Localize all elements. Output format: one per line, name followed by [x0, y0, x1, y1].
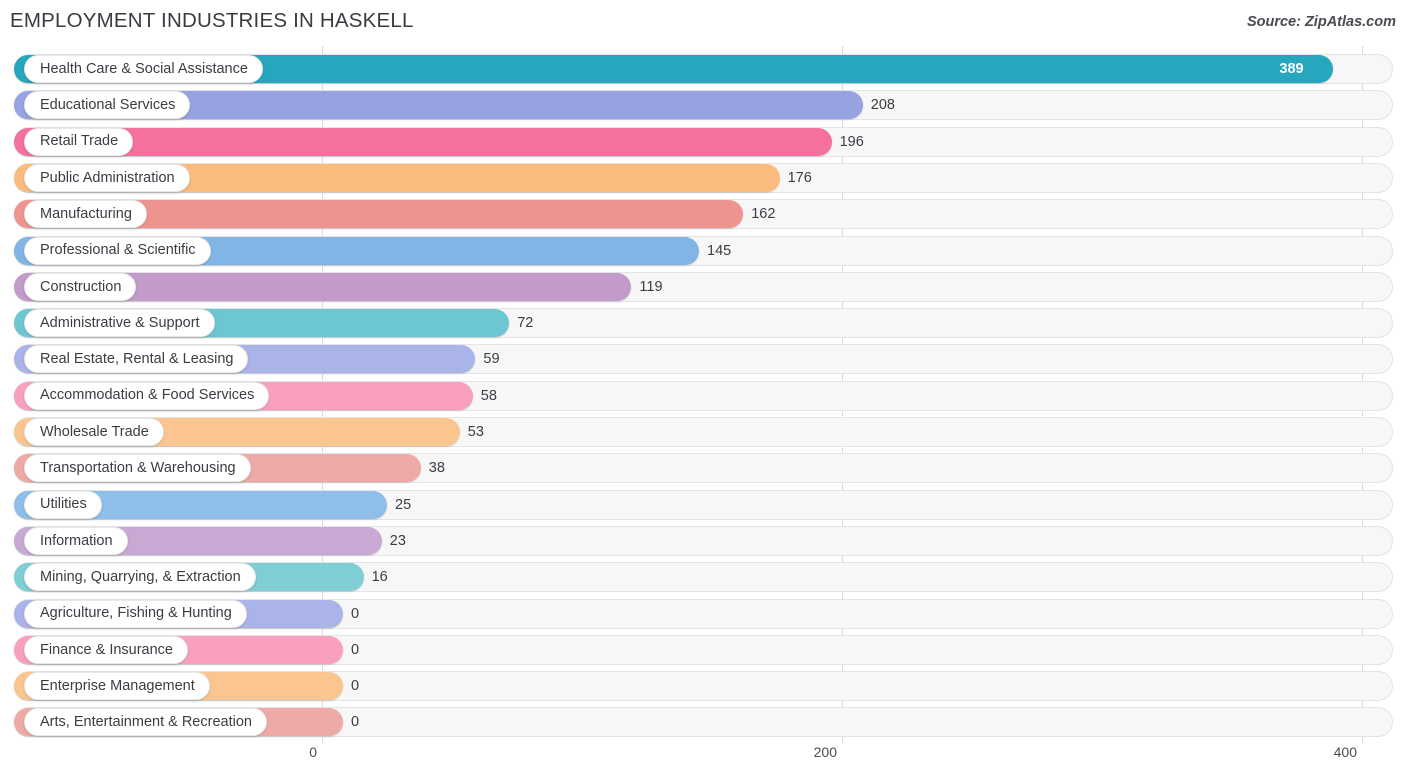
- bar-value-label: 58: [480, 387, 497, 404]
- bar-value-label: 196: [839, 133, 864, 150]
- bar-category-label: Information: [24, 526, 128, 555]
- bar-row[interactable]: Manufacturing 162: [0, 199, 1406, 230]
- bar-category-label: Mining, Quarrying, & Extraction: [24, 563, 256, 592]
- x-tick-label: 400: [1333, 744, 1357, 760]
- bar-category-label: Health Care & Social Assistance: [24, 55, 263, 83]
- bar-category-label-text: Public Administration: [40, 169, 175, 186]
- chart-plot-area: Health Care & Social Assistance 389 Educat…: [0, 46, 1406, 743]
- bar-category-label-text: Accommodation & Food Services: [40, 387, 255, 404]
- bar-category-label: Educational Services: [24, 91, 191, 120]
- bar-value-label: 38: [428, 460, 445, 477]
- bar-category-label-text: Administrative & Support: [40, 314, 200, 331]
- bar-row[interactable]: Mining, Quarrying, & Extraction 16: [0, 562, 1406, 593]
- bar-category-label-text: Mining, Quarrying, & Extraction: [40, 568, 241, 585]
- bar-category-label: Manufacturing: [24, 200, 147, 229]
- bar-category-label-text: Manufacturing: [40, 205, 132, 222]
- bar-row[interactable]: Administrative & Support 72: [0, 308, 1406, 339]
- bar-category-label-text: Health Care & Social Assistance: [40, 60, 248, 77]
- bar-category-label-text: Finance & Insurance: [40, 641, 173, 658]
- bar-category-label-text: Agriculture, Fishing & Hunting: [40, 605, 232, 622]
- bar-value-label: 72: [517, 315, 534, 332]
- x-tick-label: 0: [309, 744, 317, 760]
- bar-category-label: Public Administration: [24, 163, 190, 192]
- bar-value-label: 162: [751, 206, 776, 223]
- bar-value-label: 0: [351, 641, 360, 658]
- bar-category-label: Accommodation & Food Services: [24, 381, 270, 410]
- bar-category-label: Enterprise Management: [24, 672, 210, 701]
- bar-category-label: Administrative & Support: [24, 309, 215, 338]
- bar-category-label-text: Construction: [40, 278, 122, 295]
- bar-row[interactable]: Wholesale Trade 53: [0, 417, 1406, 447]
- bar-row[interactable]: Construction 119: [0, 271, 1406, 302]
- bar-category-label: Wholesale Trade: [24, 418, 164, 446]
- bar-value-label: 59: [483, 351, 500, 368]
- bar-category-label: Real Estate, Rental & Leasing: [24, 345, 249, 374]
- bar-category-label: Finance & Insurance: [24, 635, 188, 664]
- source-attribution: Source: ZipAtlas.com: [1246, 14, 1396, 30]
- bar-row[interactable]: Information 23: [0, 525, 1406, 556]
- bar-row[interactable]: Transportation & Warehousing 38: [0, 453, 1406, 484]
- bar-row[interactable]: Accommodation & Food Services 58: [0, 380, 1406, 411]
- bar-value-label: 25: [395, 496, 412, 513]
- bar-row[interactable]: Public Administration 176: [0, 162, 1406, 193]
- bar-value-label: 145: [707, 242, 732, 259]
- bar-category-label: Utilities: [24, 490, 102, 519]
- bar-category-label-text: Enterprise Management: [40, 677, 195, 694]
- x-axis: 0 200 400: [0, 738, 1406, 776]
- page-title: EMPLOYMENT INDUSTRIES IN HASKELL: [10, 9, 414, 32]
- bar-value-label: 16: [371, 569, 388, 586]
- bar-row[interactable]: Health Care & Social Assistance 389: [0, 54, 1406, 84]
- bar-category-label-text: Information: [40, 532, 113, 549]
- bar-value-label: 53: [467, 424, 484, 440]
- bar-row[interactable]: Arts, Entertainment & Recreation 0: [0, 707, 1406, 738]
- bar-category-label: Professional & Scientific: [24, 236, 211, 265]
- bar-category-label-text: Transportation & Warehousing: [40, 460, 236, 477]
- chart-header: EMPLOYMENT INDUSTRIES IN HASKELL Source:…: [0, 0, 1406, 46]
- bar-category-label-text: Retail Trade: [40, 133, 119, 150]
- bar-category-label: Construction: [24, 272, 137, 301]
- bar-value-label: 208: [870, 97, 895, 114]
- bar-category-label-text: Utilities: [40, 496, 87, 513]
- bar-row[interactable]: Real Estate, Rental & Leasing 59: [0, 344, 1406, 375]
- bar-row[interactable]: Educational Services 208: [0, 90, 1406, 121]
- bar-category-label-text: Arts, Entertainment & Recreation: [40, 714, 252, 731]
- bar-value-label: 0: [351, 678, 360, 695]
- bar-row[interactable]: Enterprise Management 0: [0, 671, 1406, 702]
- bar-row[interactable]: Finance & Insurance 0: [0, 634, 1406, 665]
- bar-row[interactable]: Retail Trade 196: [0, 126, 1406, 157]
- bar-value-label: 23: [389, 532, 406, 549]
- x-tick-label: 200: [813, 744, 837, 760]
- bar-value-label: 119: [639, 278, 663, 295]
- bar-value-label: 0: [351, 605, 360, 622]
- bar-category-label: Arts, Entertainment & Recreation: [24, 708, 267, 737]
- bar-category-label: Retail Trade: [24, 127, 134, 156]
- bar-value-label: 389: [1279, 61, 1304, 77]
- bar-value-label: 176: [787, 169, 812, 186]
- bar[interactable]: [14, 127, 832, 156]
- bar-category-label-text: Real Estate, Rental & Leasing: [40, 351, 234, 368]
- bar-category-label-text: Wholesale Trade: [40, 423, 149, 440]
- bar-value-label: 0: [351, 714, 360, 731]
- bar-category-label: Transportation & Warehousing: [24, 454, 251, 483]
- bar-row[interactable]: Professional & Scientific 145: [0, 235, 1406, 266]
- bar-category-label: Agriculture, Fishing & Hunting: [24, 599, 247, 628]
- bar-row[interactable]: Agriculture, Fishing & Hunting 0: [0, 598, 1406, 629]
- bar-category-label-text: Professional & Scientific: [40, 242, 196, 259]
- bar-category-label-text: Educational Services: [40, 97, 176, 114]
- bar-row[interactable]: Utilities 25: [0, 489, 1406, 520]
